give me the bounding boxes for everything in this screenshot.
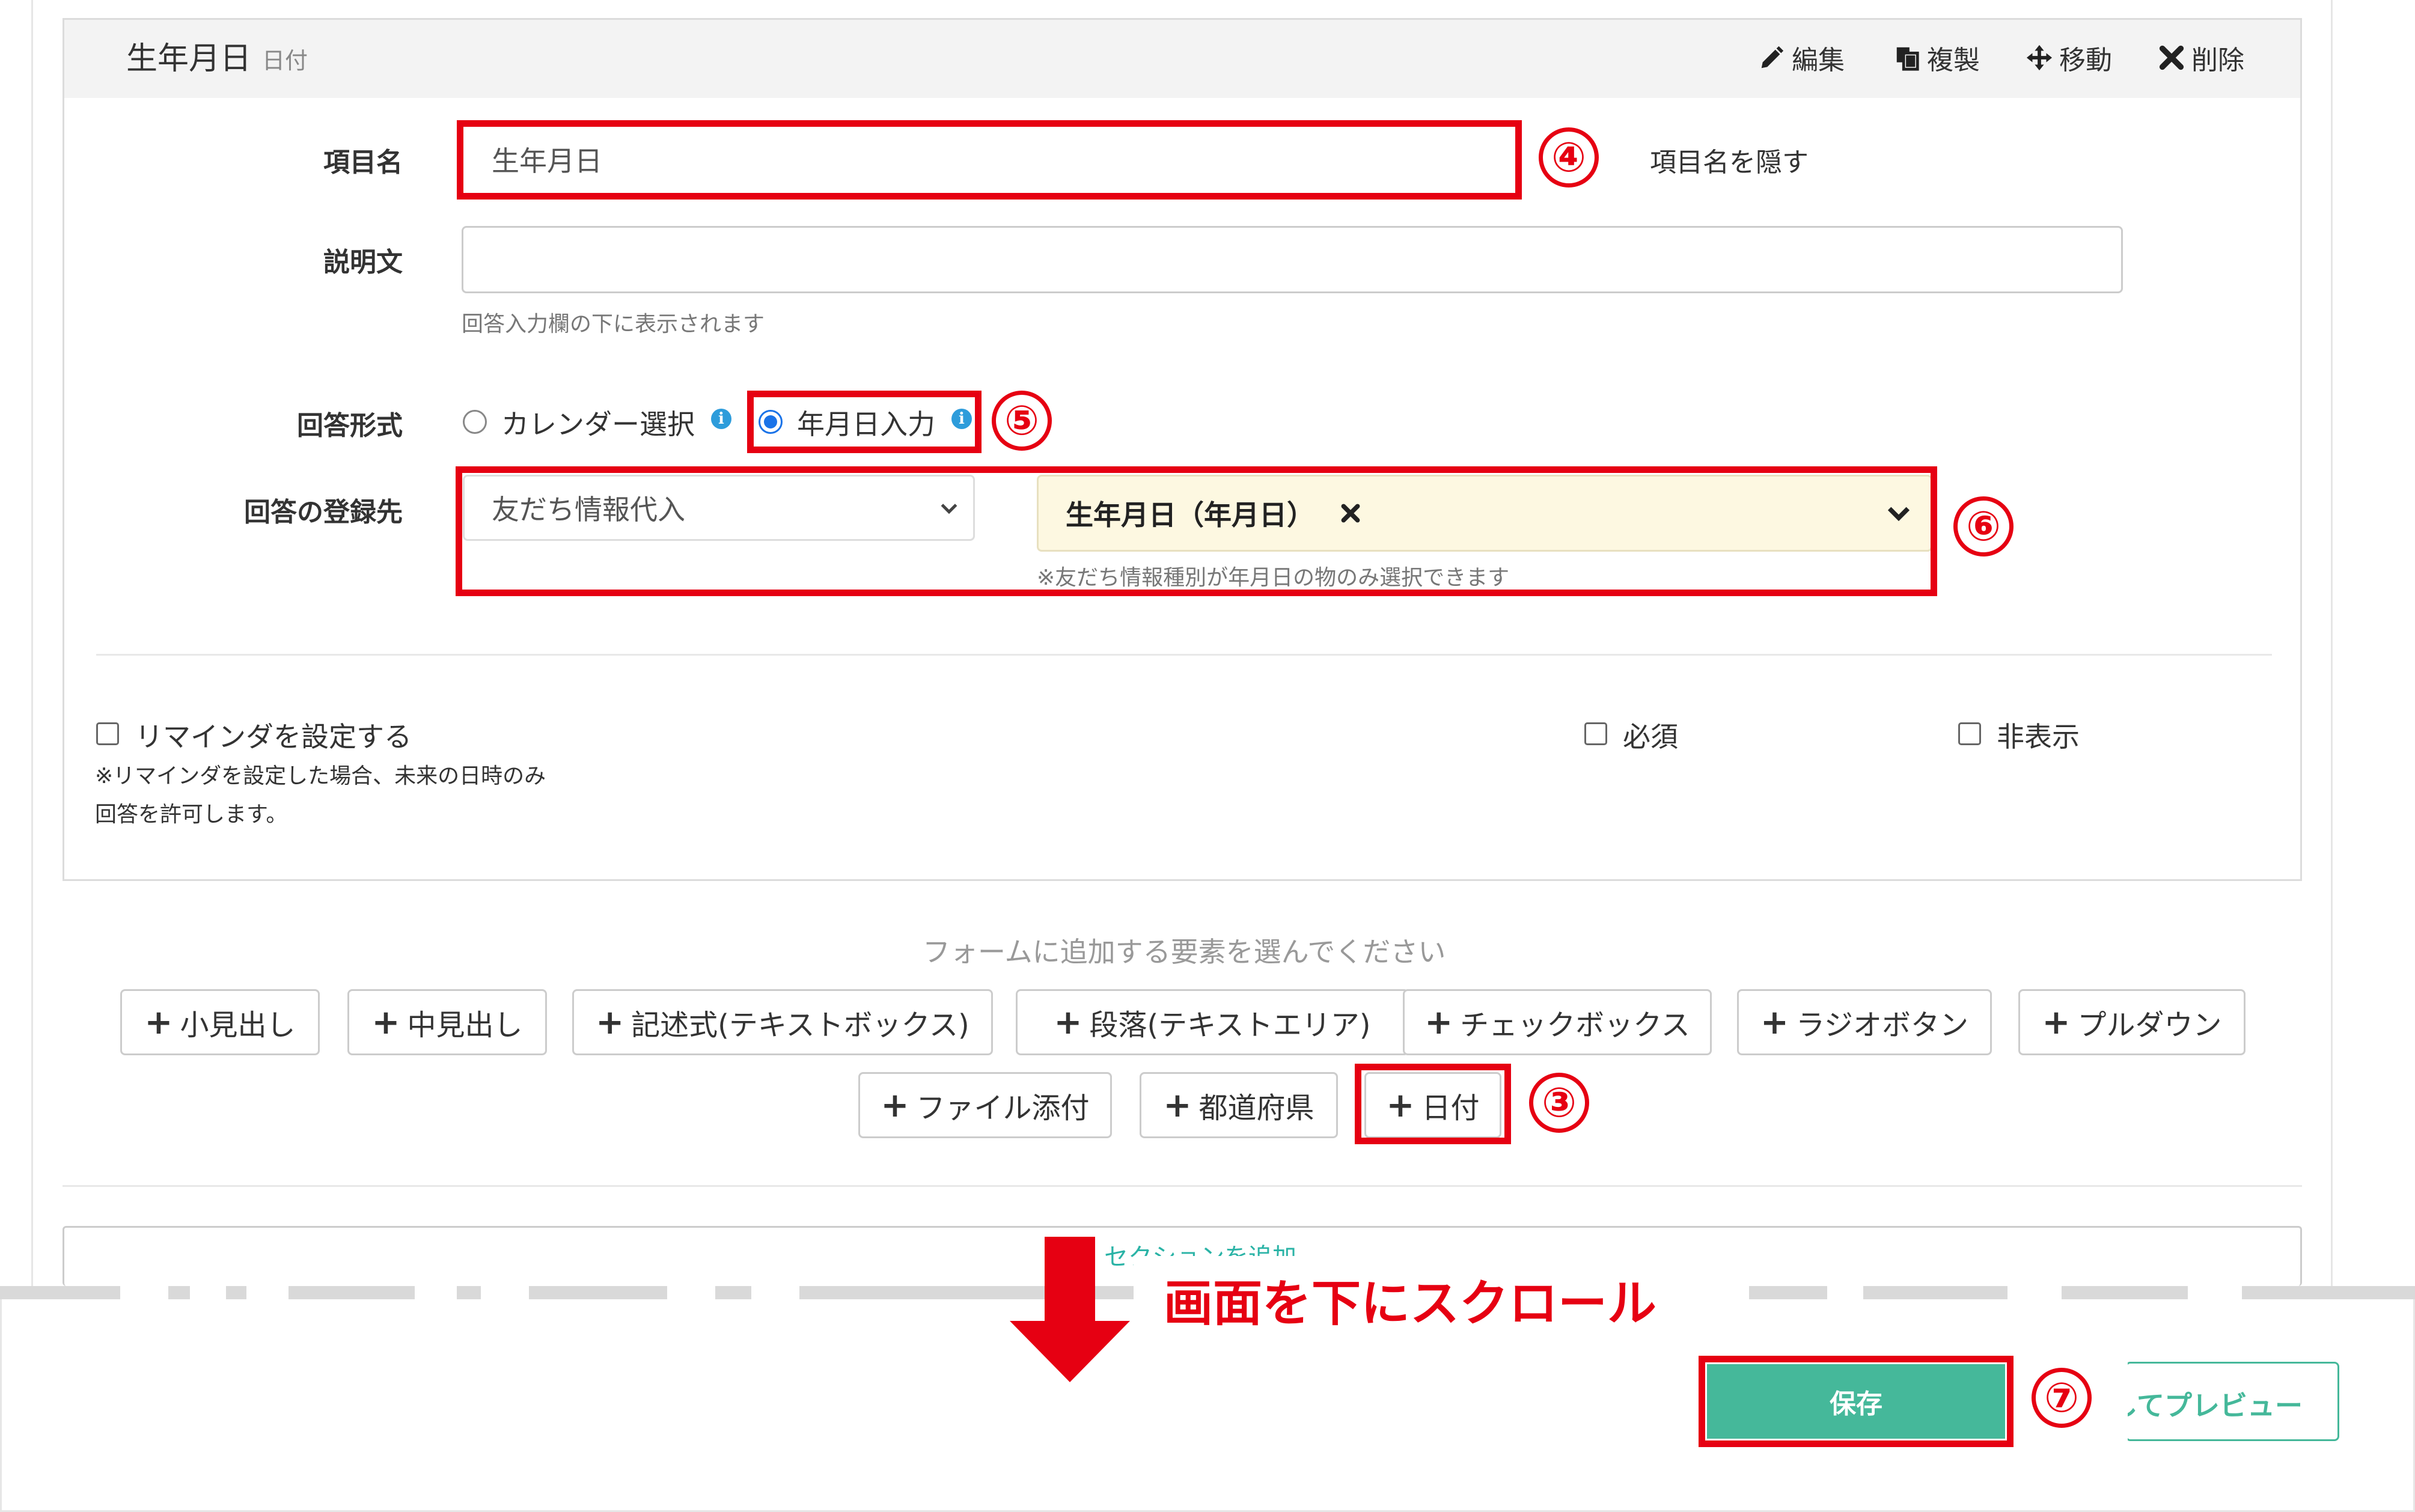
answer-format-label: 回答形式 [297, 410, 403, 441]
hide-item-name-toggle[interactable]: 項目名を隠す [1650, 141, 1809, 179]
add-medium-heading-label: 中見出し [407, 1008, 523, 1042]
add-dropdown-button[interactable]: + プルダウン [2018, 989, 2246, 1055]
move-button[interactable]: 移動 [2026, 38, 2112, 77]
info-icon[interactable]: i [711, 409, 731, 429]
add-textarea-label: 段落(テキストエリア) [1089, 1008, 1371, 1042]
add-small-heading-button[interactable]: + 小見出し [120, 989, 320, 1055]
duplicate-button[interactable]: 複製 [1893, 38, 1980, 77]
add-textbox-label: 記述式(テキストボックス) [631, 1008, 969, 1042]
add-prefecture-button[interactable]: + 都道府県 [1140, 1072, 1338, 1138]
plus-icon: + [371, 1002, 400, 1042]
required-label: 必須 [1623, 721, 1678, 753]
step-4-marker: ④ [1539, 127, 1599, 187]
delete-button[interactable]: 削除 [2158, 38, 2244, 77]
add-file-button[interactable]: + ファイル添付 [858, 1072, 1112, 1138]
step-6-marker: ⑥ [1953, 496, 2014, 556]
step-3-marker: ③ [1529, 1073, 1589, 1133]
required-checkbox[interactable] [1584, 722, 1607, 745]
plus-icon: + [1424, 1002, 1453, 1042]
break-gap [2188, 1286, 2242, 1299]
panel-type-label: 日付 [262, 47, 308, 74]
close-icon [2159, 45, 2184, 70]
break-gap [415, 1286, 457, 1299]
calendar-radio[interactable] [463, 410, 487, 434]
break-gap [667, 1286, 715, 1299]
add-checkbox-label: チェックボックス [1460, 1008, 1690, 1042]
duplicate-label: 複製 [1927, 45, 1980, 76]
reminder-note-2: 回答を許可します。 [95, 802, 288, 827]
break-gap [481, 1286, 529, 1299]
add-dropdown-label: プルダウン [2077, 1008, 2222, 1042]
break-gap [1827, 1286, 1863, 1299]
break-gap [1695, 1286, 1749, 1299]
description-hint: 回答入力欄の下に表示されます [462, 312, 765, 337]
move-label: 移動 [2059, 45, 2112, 76]
description-input[interactable] [462, 226, 2123, 293]
break-gap [751, 1286, 799, 1299]
item-name-highlight [457, 120, 1522, 200]
page-frame-right [2331, 0, 2333, 1298]
add-prefecture-label: 都道府県 [1198, 1091, 1314, 1125]
scroll-note: 画面を下にスクロール [1164, 1275, 1657, 1332]
break-gap [120, 1286, 168, 1299]
step-7-marker: ⑦ [2032, 1368, 2092, 1428]
save-preview-button[interactable]: してプレビュー [2125, 1362, 2339, 1441]
plus-icon: + [144, 1002, 173, 1042]
save-preview-label: してプレビュー [2125, 1389, 2303, 1422]
calendar-option-label: カレンダー選択 [501, 408, 695, 440]
add-date-highlight [1355, 1064, 1511, 1144]
move-arrows-icon [2026, 44, 2053, 71]
destination-highlight [456, 466, 1937, 596]
edit-button[interactable]: 編集 [1758, 38, 1845, 77]
delete-label: 削除 [2191, 45, 2244, 76]
hidden-label: 非表示 [1997, 721, 2080, 753]
add-medium-heading-button[interactable]: + 中見出し [347, 989, 547, 1055]
reminder-label: リマインダを設定する [135, 721, 412, 753]
plus-icon: + [596, 1002, 624, 1042]
plus-icon: + [1054, 1002, 1082, 1042]
add-checkbox-button[interactable]: + チェックボックス [1403, 989, 1712, 1055]
add-textbox-button[interactable]: + 記述式(テキストボックス) [572, 989, 993, 1055]
answer-format-highlight [747, 391, 982, 453]
save-highlight [1699, 1356, 2014, 1447]
copy-icon [1896, 47, 1919, 71]
break-gap [190, 1286, 226, 1299]
hidden-checkbox[interactable] [1958, 722, 1981, 745]
add-element-prompt: フォームに追加する要素を選んでください [923, 936, 1446, 968]
pencil-icon [1761, 46, 1784, 69]
page-frame-bottom-left [0, 1299, 2, 1512]
plus-icon: + [2042, 1002, 2071, 1042]
plus-icon: + [881, 1085, 909, 1125]
panel-title: 生年月日 [126, 41, 252, 77]
break-gap [2007, 1286, 2062, 1299]
item-name-label: 項目名 [323, 147, 403, 178]
page-frame-left [31, 0, 33, 1298]
down-arrow-icon [1010, 1237, 1130, 1382]
add-file-label: ファイル添付 [916, 1091, 1090, 1125]
add-textarea-button[interactable]: + 段落(テキストエリア) [1016, 989, 1409, 1055]
add-small-heading-label: 小見出し [180, 1008, 296, 1042]
divider [96, 654, 2272, 656]
destination-label: 回答の登録先 [244, 497, 403, 528]
edit-label: 編集 [1792, 45, 1845, 76]
break-gap [246, 1286, 289, 1299]
step-5-marker: ⑤ [992, 391, 1052, 451]
add-radio-label: ラジオボタン [1795, 1008, 1968, 1042]
plus-icon: + [1163, 1085, 1192, 1125]
reminder-checkbox[interactable] [96, 722, 119, 745]
description-label: 説明文 [323, 247, 403, 278]
reminder-note-1: ※リマインダを設定した場合、未来の日時のみ [95, 764, 546, 788]
add-radio-button[interactable]: + ラジオボタン [1737, 989, 1992, 1055]
plus-icon: + [1760, 1002, 1789, 1042]
divider [63, 1185, 2302, 1187]
